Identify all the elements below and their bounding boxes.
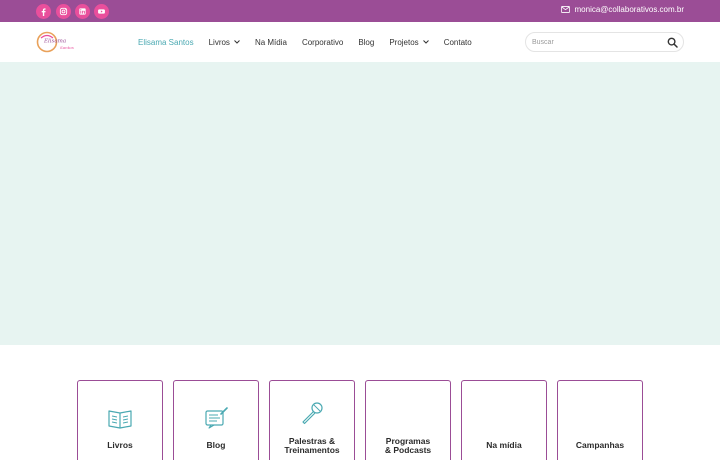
instagram-link[interactable] <box>56 4 71 19</box>
youtube-icon <box>98 9 105 14</box>
nav-projetos[interactable]: Projetos <box>389 38 429 47</box>
card-palestras[interactable]: Palestras & Treinamentos <box>269 380 355 460</box>
nav-contato[interactable]: Contato <box>444 38 472 47</box>
chevron-down-icon <box>422 40 429 44</box>
card-programas[interactable]: Programas & Podcasts <box>365 380 451 460</box>
linkedin-icon <box>79 8 86 15</box>
top-bar: monica@collaborativos.com.br <box>0 0 720 22</box>
card-blog[interactable]: Blog <box>173 380 259 460</box>
nav-livros[interactable]: Livros <box>209 38 240 47</box>
card-label: Blog <box>206 440 226 450</box>
hero-banner <box>0 62 720 345</box>
card-label: Livros <box>107 440 133 450</box>
nav-na-midia[interactable]: Na Mídia <box>255 38 287 47</box>
search-box <box>525 32 684 52</box>
card-livros[interactable]: Livros <box>77 380 163 460</box>
nav-blog[interactable]: Blog <box>358 38 374 47</box>
card-campanhas[interactable]: Campanhas <box>557 380 643 460</box>
microphone-icon <box>302 402 323 425</box>
svg-text:Elisama: Elisama <box>43 39 66 45</box>
envelope-icon <box>560 6 570 13</box>
nav-elisama-santos[interactable]: Elisama Santos <box>138 38 194 47</box>
card-label: & Podcasts <box>384 445 432 455</box>
email-text: monica@collaborativos.com.br <box>574 5 685 14</box>
card-label: Na mídia <box>486 440 522 450</box>
youtube-link[interactable] <box>94 4 109 19</box>
svg-text:Santos: Santos <box>60 45 74 50</box>
card-na-midia[interactable]: Na mídia <box>461 380 547 460</box>
search-input[interactable] <box>532 36 662 49</box>
logo-mark: Elisama Santos <box>36 31 74 53</box>
blog-icon <box>205 407 228 429</box>
chevron-down-icon <box>234 40 240 44</box>
site-logo[interactable]: Elisama Santos <box>36 30 82 54</box>
card-label: Treinamentos <box>284 445 340 455</box>
search-icon[interactable] <box>667 37 678 48</box>
contact-email[interactable]: monica@collaborativos.com.br <box>560 5 685 14</box>
facebook-link[interactable] <box>36 4 51 19</box>
main-nav: Elisama Santos Livros Na Mídia Corporati… <box>138 22 487 62</box>
facebook-icon <box>41 8 46 16</box>
linkedin-link[interactable] <box>75 4 90 19</box>
instagram-icon <box>59 7 68 16</box>
card-label: Campanhas <box>575 440 625 450</box>
book-icon <box>108 410 132 429</box>
main-header: Elisama Santos Elisama Santos Livros Na … <box>0 22 720 62</box>
nav-corporativo[interactable]: Corporativo <box>302 38 343 47</box>
